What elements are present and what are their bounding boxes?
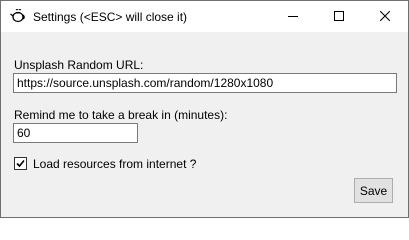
- close-icon: [379, 10, 391, 24]
- break-label: Remind me to take a break in (minutes):: [14, 108, 228, 122]
- settings-window: Settings (<ESC> will close it) Unsplash …: [0, 0, 409, 218]
- maximize-icon: [334, 10, 344, 24]
- close-button[interactable]: [362, 1, 408, 32]
- minimize-button[interactable]: [270, 1, 316, 32]
- title-bar[interactable]: Settings (<ESC> will close it): [1, 1, 408, 32]
- unsplash-url-input[interactable]: [13, 73, 397, 93]
- minimize-icon: [288, 10, 298, 24]
- break-minutes-input[interactable]: [13, 123, 138, 143]
- load-internet-checkbox[interactable]: [14, 157, 27, 170]
- settings-form: Unsplash Random URL: Remind me to take a…: [1, 32, 408, 217]
- checkmark-icon: [16, 159, 25, 168]
- save-button[interactable]: Save: [354, 178, 393, 203]
- load-internet-label: Load resources from internet ?: [33, 157, 197, 171]
- maximize-button[interactable]: [316, 1, 362, 32]
- teapot-icon: [10, 8, 26, 24]
- url-label: Unsplash Random URL:: [14, 58, 144, 72]
- window-title: Settings (<ESC> will close it): [33, 10, 188, 24]
